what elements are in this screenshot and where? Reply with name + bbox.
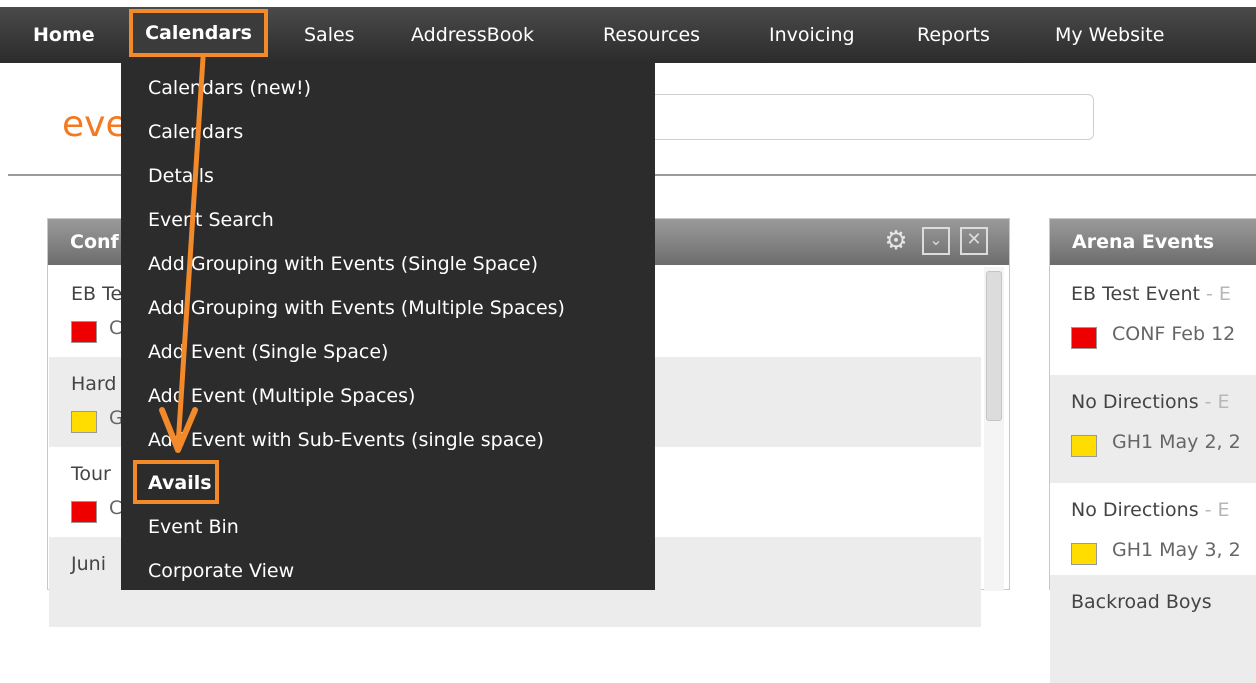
menu-item-add-grouping-single[interactable]: Add Grouping with Events (Single Space) — [148, 242, 538, 286]
menu-item-details[interactable]: Details — [148, 154, 214, 198]
event-name: No Directions - E — [1071, 391, 1230, 413]
menu-item-corporate-view[interactable]: Corporate View — [148, 549, 294, 593]
color-swatch — [1071, 435, 1097, 457]
menu-item-add-event-multiple[interactable]: Add Event (Multiple Spaces) — [148, 374, 415, 418]
menu-item-add-grouping-multiple[interactable]: Add Grouping with Events (Multiple Space… — [148, 286, 565, 330]
nav-sales[interactable]: Sales — [304, 7, 355, 63]
scrollbar-thumb[interactable] — [986, 271, 1002, 421]
menu-item-event-search[interactable]: Event Search — [148, 198, 274, 242]
calendars-dropdown-menu: Calendars (new!) Calendars Details Event… — [121, 63, 655, 590]
color-swatch — [71, 321, 97, 343]
event-code: GH1 May 3, 2 — [1112, 539, 1241, 561]
event-name: Hard — [71, 373, 117, 395]
event-name: EB Te — [71, 283, 123, 305]
event-meta: - E — [1199, 283, 1231, 305]
nav-calendars[interactable]: Calendars — [129, 9, 268, 57]
event-name: No Directions - E — [1071, 499, 1230, 521]
menu-item-calendars[interactable]: Calendars — [148, 110, 243, 154]
event-meta: - E — [1198, 391, 1230, 413]
nav-addressbook[interactable]: AddressBook — [411, 7, 534, 63]
color-swatch — [71, 501, 97, 523]
event-name: Juni — [71, 553, 106, 575]
list-item[interactable]: Backroad Boys — [1050, 575, 1256, 683]
collapse-icon[interactable]: ⌄ — [922, 227, 950, 255]
nav-invoicing[interactable]: Invoicing — [769, 7, 855, 63]
event-code: CONF Feb 12 — [1112, 323, 1236, 345]
panel-header: Arena Events — [1050, 219, 1256, 265]
color-swatch — [1071, 327, 1097, 349]
panel-title: Arena Events — [1072, 231, 1215, 253]
event-code: GH1 May 2, 2 — [1112, 431, 1241, 453]
nav-home[interactable]: Home — [33, 7, 95, 63]
list-item[interactable]: No Directions - E GH1 May 2, 2 — [1050, 375, 1256, 483]
avails-highlight — [133, 460, 219, 504]
gear-icon[interactable]: ⚙ — [882, 227, 910, 255]
close-icon[interactable]: ✕ — [960, 227, 988, 255]
panel-title: Conf — [70, 231, 119, 253]
event-name: EB Test Event - E — [1071, 283, 1231, 305]
scrollbar[interactable] — [984, 267, 1004, 591]
menu-item-add-event-sub-events[interactable]: Add Event with Sub-Events (single space) — [148, 418, 544, 462]
nav-resources[interactable]: Resources — [603, 7, 700, 63]
event-title: No Directions — [1071, 391, 1199, 413]
brand-logo[interactable]: eve — [62, 104, 128, 145]
events-panel-right: Arena Events EB Test Event - E CONF Feb … — [1049, 218, 1256, 683]
menu-item-add-event-single[interactable]: Add Event (Single Space) — [148, 330, 388, 374]
event-name: Backroad Boys — [1071, 591, 1212, 613]
nav-reports[interactable]: Reports — [917, 7, 990, 63]
event-title: No Directions — [1071, 499, 1199, 521]
event-meta: - E — [1198, 499, 1230, 521]
color-swatch — [1071, 543, 1097, 565]
event-name: Tour — [71, 463, 111, 485]
nav-my-website[interactable]: My Website — [1055, 7, 1164, 63]
list-item[interactable]: EB Test Event - E CONF Feb 12 — [1050, 267, 1256, 375]
search-input[interactable] — [630, 94, 1094, 140]
menu-item-event-bin[interactable]: Event Bin — [148, 505, 239, 549]
event-title: EB Test Event — [1071, 283, 1200, 305]
color-swatch — [71, 411, 97, 433]
menu-item-calendars-new[interactable]: Calendars (new!) — [148, 66, 311, 110]
